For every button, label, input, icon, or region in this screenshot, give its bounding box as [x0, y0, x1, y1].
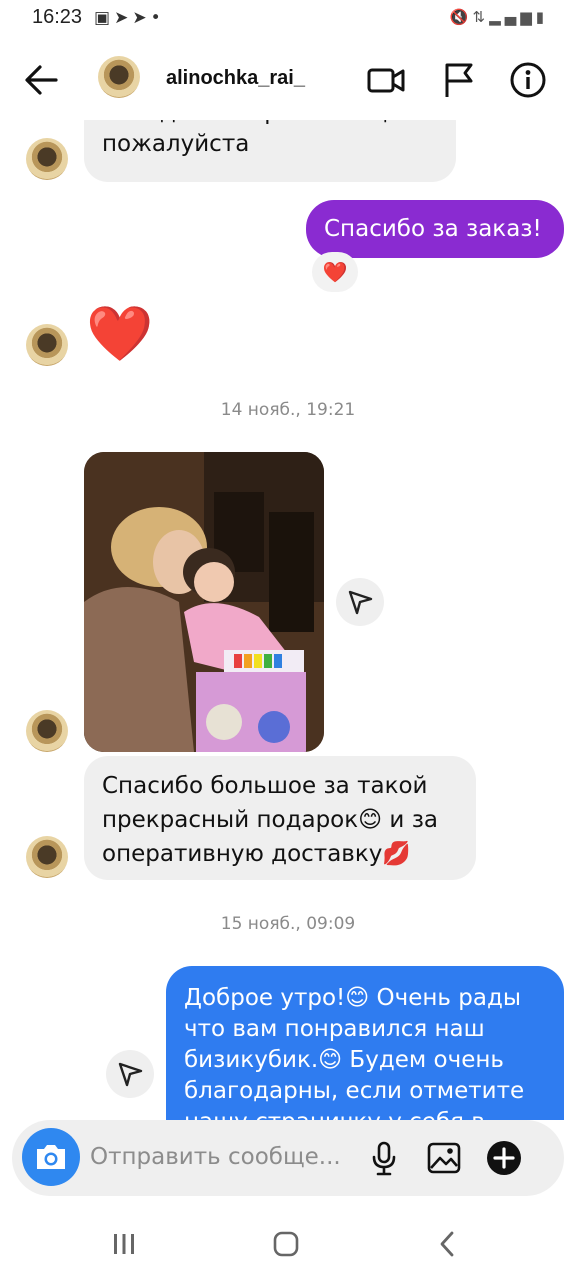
status-bar: 16:23 ▣➤➤• 🔇⇅▂▄▆▮	[0, 0, 576, 36]
battery-icon: ▮	[535, 8, 548, 26]
sent-message[interactable]: Спасибо за заказ!	[306, 200, 564, 258]
report-button[interactable]	[440, 60, 480, 100]
timestamp: 14 нояб., 19:21	[220, 400, 356, 420]
message-text: прекрасный подарок😊 и за	[102, 807, 439, 833]
share-photo-button[interactable]	[336, 578, 384, 626]
message-reaction[interactable]: ❤️	[312, 252, 358, 292]
home-button[interactable]	[262, 1220, 310, 1268]
status-left-icons: ▣➤➤•	[94, 8, 165, 28]
send-share-icon	[118, 1062, 143, 1087]
back-nav-button[interactable]	[424, 1220, 472, 1268]
chevron-left-icon	[440, 1231, 454, 1257]
message-thread[interactable]: Бизидомик в розовом цвете пожалуйста Спа…	[0, 120, 576, 1120]
back-button[interactable]	[20, 58, 64, 102]
message-text: Доброе утро!😊 Очень рады	[184, 985, 522, 1011]
message-input[interactable]: Отправить сообще...	[90, 1144, 341, 1170]
message-text: бизикубик.😊 Будем очень	[184, 1047, 504, 1073]
plus-circle-icon	[487, 1141, 521, 1175]
message-text: Спасибо за заказ!	[324, 216, 542, 242]
heart-reaction-icon: ❤️	[322, 260, 348, 284]
video-call-button[interactable]	[366, 60, 406, 100]
message-text: нашу страничку у себя в	[184, 1106, 485, 1120]
info-button[interactable]	[508, 60, 548, 100]
share-message-button[interactable]	[106, 1050, 154, 1098]
received-message[interactable]: Спасибо большое за такой прекрасный пода…	[84, 756, 476, 880]
voice-button[interactable]	[366, 1140, 402, 1176]
data-icon: ⇅	[472, 8, 490, 26]
more-options-button[interactable]	[486, 1140, 522, 1176]
camera-icon	[37, 1145, 65, 1169]
microphone-icon	[372, 1141, 396, 1176]
timestamp: 15 нояб., 09:09	[220, 914, 356, 934]
sender-avatar[interactable]	[26, 324, 68, 366]
recent-apps-button[interactable]	[100, 1220, 148, 1268]
message-text: пожалуйста	[102, 131, 250, 157]
telegram-icon: ➤	[114, 8, 133, 28]
message-composer: Отправить сообще...	[12, 1120, 564, 1196]
status-right-icons: 🔇⇅▂▄▆▮	[450, 8, 548, 26]
received-message[interactable]: Бизидомик в розовом цвете пожалуйста	[84, 120, 456, 182]
message-text: благодарны, если отметите	[184, 1078, 525, 1104]
photo-image	[84, 452, 324, 752]
telegram-icon: ➤	[132, 8, 151, 28]
send-share-icon	[348, 590, 373, 615]
camera-button[interactable]	[22, 1128, 80, 1186]
message-text: оперативную доставку💋	[102, 841, 411, 867]
sent-message[interactable]: Доброе утро!😊 Очень рады что вам понрави…	[166, 966, 564, 1120]
back-arrow-icon	[25, 65, 58, 95]
flag-icon	[445, 63, 473, 97]
sender-avatar[interactable]	[26, 836, 68, 878]
recent-apps-icon	[114, 1234, 134, 1254]
home-icon	[273, 1231, 299, 1257]
image-icon	[427, 1142, 461, 1174]
message-text: Бизидомик в розовом цвете	[102, 120, 442, 128]
header-avatar[interactable]	[98, 56, 140, 98]
message-text: Спасибо большое за такой	[102, 773, 428, 799]
dot-icon: •	[150, 8, 165, 28]
sender-avatar[interactable]	[26, 710, 68, 752]
video-call-icon	[367, 68, 405, 93]
chat-username[interactable]: alinochka_rai_	[166, 67, 305, 90]
gallery-button[interactable]	[426, 1140, 462, 1176]
message-text: что вам понравился наш	[184, 1016, 485, 1042]
sender-avatar[interactable]	[26, 138, 68, 180]
info-icon	[510, 62, 546, 98]
mute-icon: 🔇	[449, 8, 473, 26]
chat-header: alinochka_rai_	[0, 40, 576, 120]
heart-emoji-message[interactable]: ❤️	[86, 304, 153, 364]
photo-message[interactable]	[84, 452, 324, 752]
gallery-icon: ▣	[94, 8, 115, 28]
status-time: 16:23	[32, 6, 83, 28]
signal-icon: ▂▄▆	[489, 8, 536, 26]
system-nav-bar	[0, 1200, 576, 1280]
